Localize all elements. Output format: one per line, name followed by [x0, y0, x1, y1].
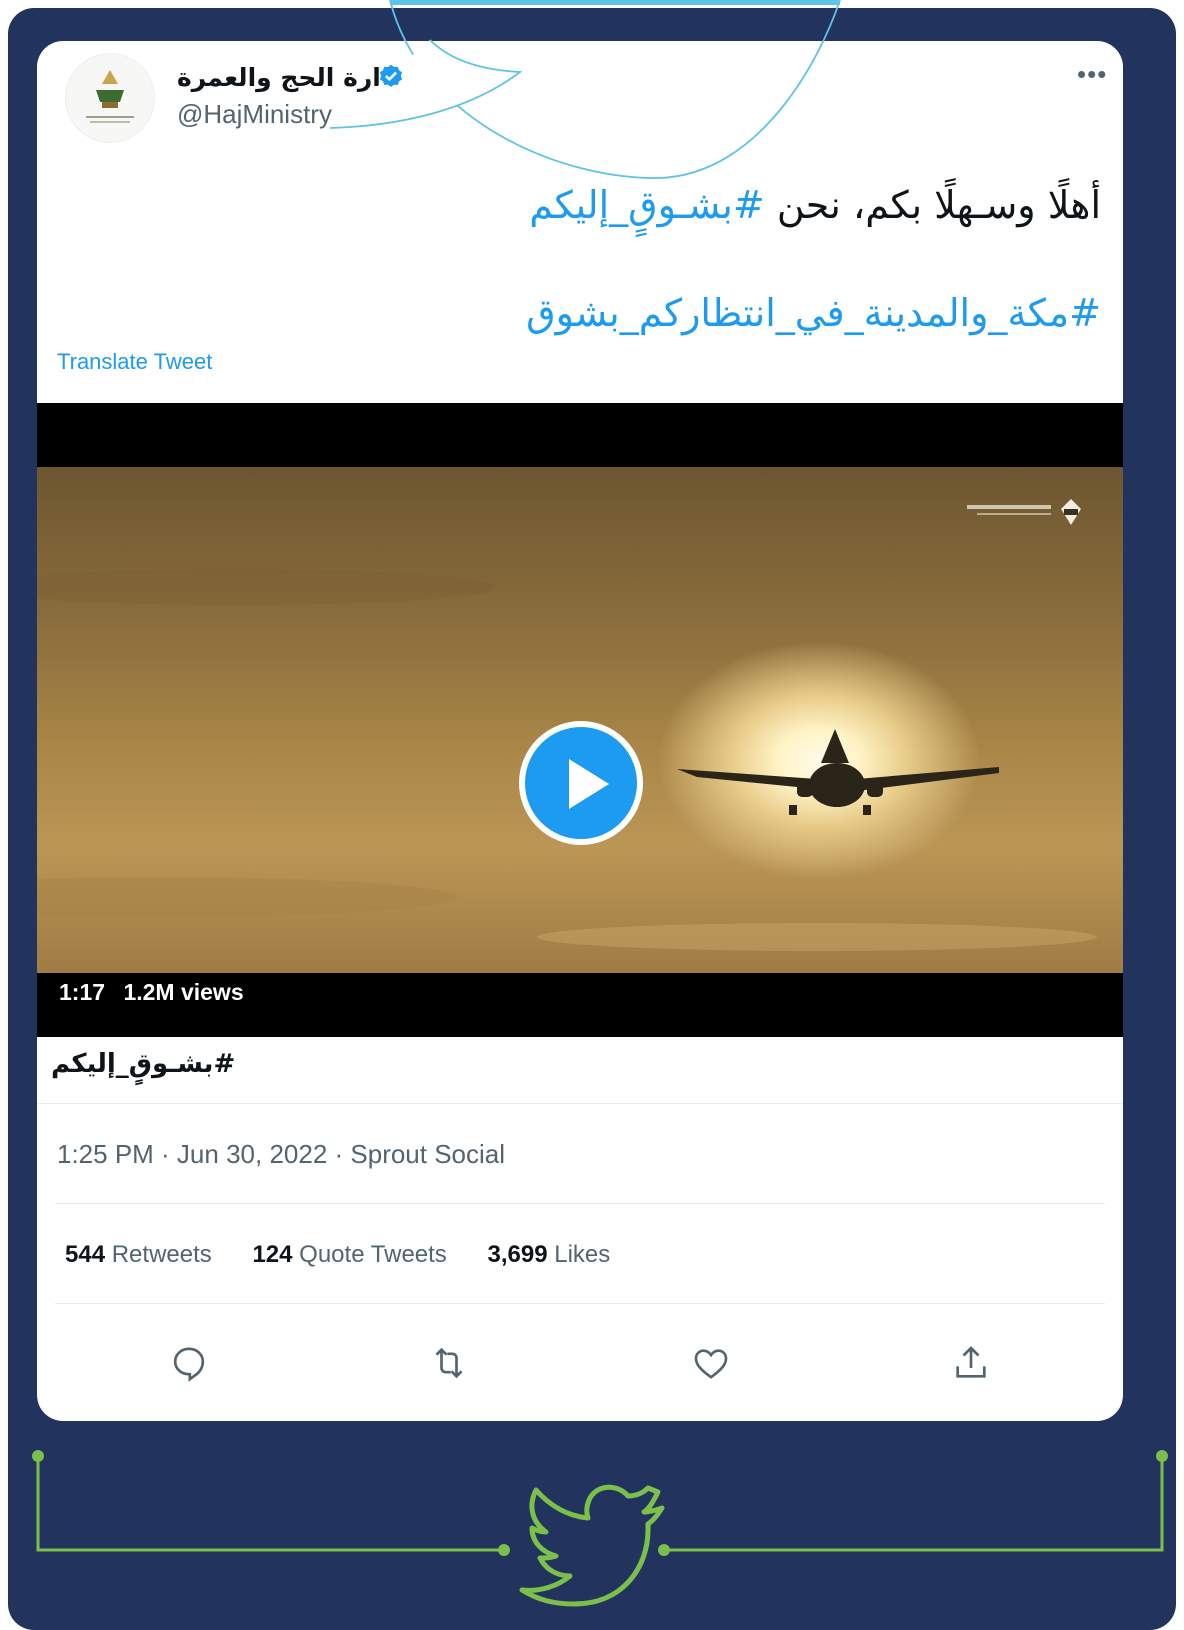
translate-tweet-link[interactable]: Translate Tweet [57, 349, 212, 375]
retweets-label: Retweets [111, 1241, 212, 1268]
media-title: #بشـوقٍ_إليكم [51, 1049, 236, 1079]
reply-icon[interactable] [169, 1343, 209, 1383]
tweet-actions [37, 1343, 1123, 1403]
share-icon[interactable] [951, 1343, 991, 1383]
airplane-scene [37, 569, 1097, 951]
heart-icon[interactable] [691, 1343, 731, 1383]
video-player[interactable]: 1:17 1.2M views [37, 403, 1123, 1037]
video-frame[interactable] [37, 467, 1123, 973]
quote-tweets-stat[interactable]: 124 Quote Tweets [252, 1241, 446, 1268]
likes-stat[interactable]: 3,699 Likes [487, 1241, 610, 1268]
display-name[interactable]: وزارة الحج والعمرة [177, 63, 411, 92]
video-meta: 1:17 1.2M views [59, 979, 256, 1006]
tweet-text-line-1: أهلًا وسـهلًا بكم، نحن #بشـوقٍ_إليكم [529, 183, 1101, 227]
avatar[interactable] [65, 53, 155, 143]
retweet-icon[interactable] [429, 1343, 469, 1383]
tweet-stats: 544 Retweets 124 Quote Tweets 3,699 Like… [65, 1241, 644, 1269]
hashtag-link[interactable]: #بشـوقٍ_إليكم [529, 183, 764, 227]
tweet-timestamp[interactable]: 1:25 PM · Jun 30, 2022 · Sprout Social [57, 1139, 505, 1170]
hashtag-link-2[interactable]: #مكة_والمدينة_في_انتظاركم_بشوق [526, 291, 1101, 335]
ministry-logo-icon [967, 499, 1081, 525]
likes-count: 3,699 [487, 1241, 548, 1268]
handle[interactable]: @HajMinistry [177, 99, 332, 130]
retweets-count: 544 [65, 1241, 106, 1268]
likes-label: Likes [554, 1241, 611, 1268]
play-icon [569, 759, 609, 809]
video-duration: 1:17 [59, 979, 106, 1005]
play-button[interactable] [519, 721, 643, 845]
divider [55, 1203, 1105, 1204]
divider [55, 1303, 1105, 1304]
quotes-label: Quote Tweets [299, 1241, 447, 1268]
retweets-stat[interactable]: 544 Retweets [65, 1241, 212, 1268]
tweet-text-plain: أهلًا وسـهلًا بكم، نحن [776, 183, 1101, 227]
quotes-count: 124 [252, 1241, 293, 1268]
tweet-card: وزارة الحج والعمرة @HajMinistry ••• أهلً… [37, 41, 1123, 1421]
divider [37, 1103, 1123, 1104]
video-views: 1.2M views [123, 979, 244, 1005]
verified-badge-icon [379, 64, 403, 87]
more-options-button[interactable]: ••• [1077, 59, 1107, 90]
